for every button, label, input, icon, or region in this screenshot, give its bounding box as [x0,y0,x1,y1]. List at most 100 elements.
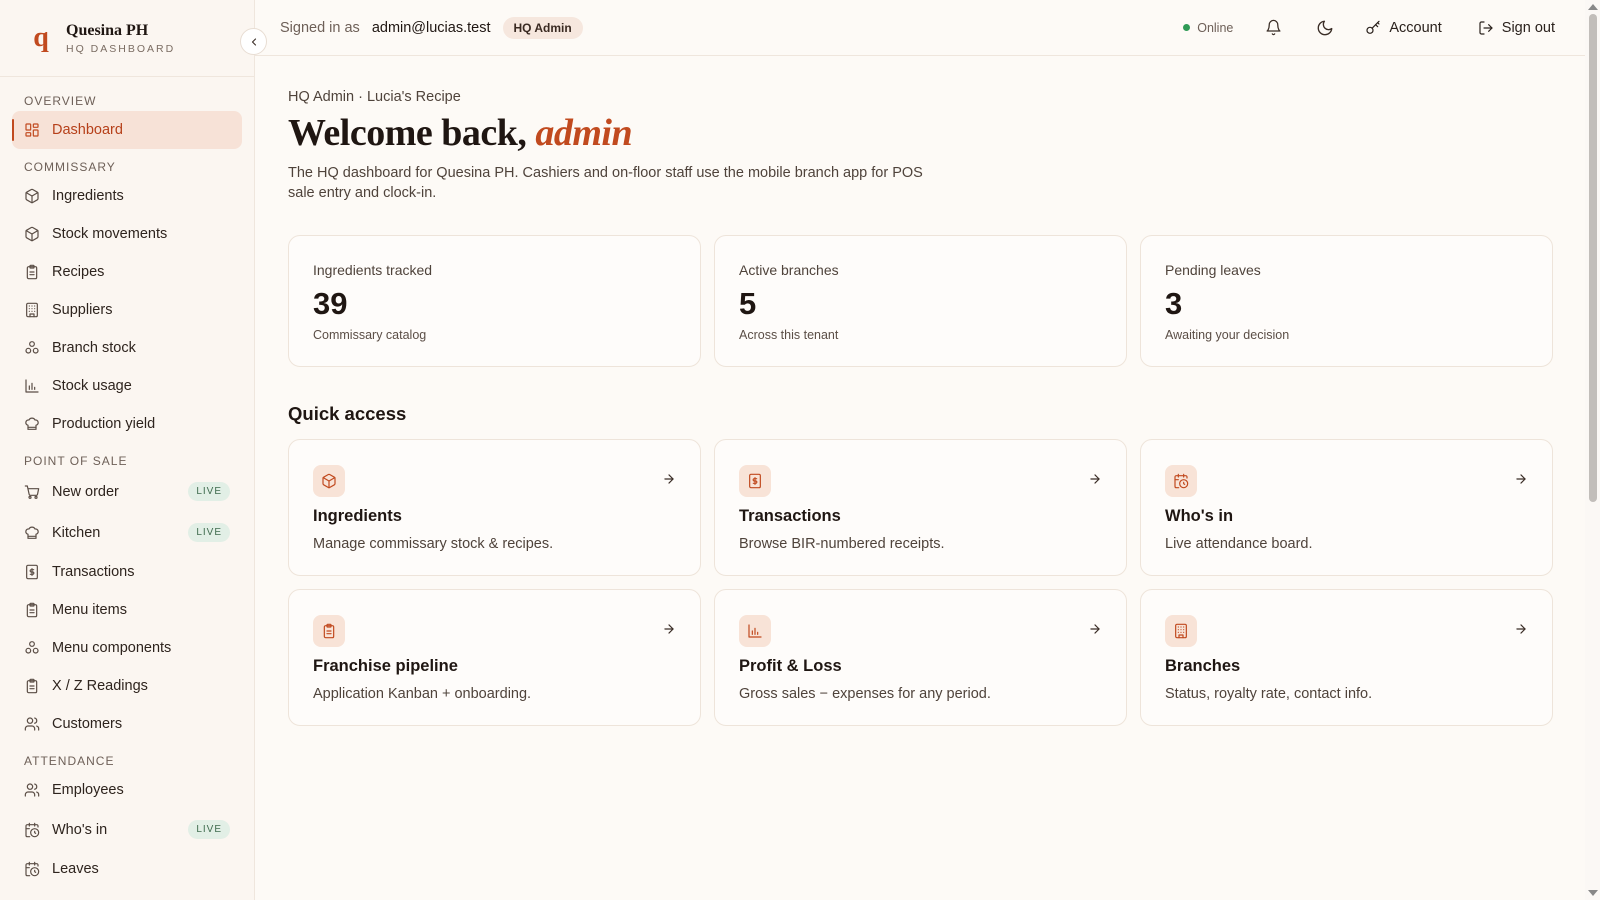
status-dot [1183,24,1191,31]
quick-access-card-franchise-pipeline[interactable]: Franchise pipeline Application Kanban + o… [288,589,701,726]
stat-label: Ingredients tracked [313,262,433,278]
live-badge: LIVE [188,482,230,501]
sidebar-item-stock-usage[interactable]: Stock usage [12,367,242,405]
quick-access-title: Franchise pipeline [313,657,458,675]
sidebar-item-label: Who's in [52,821,108,838]
sidebar-item-kitchen[interactable]: Kitchen LIVE [12,512,242,553]
sidebar-item-employees[interactable]: Employees [12,771,242,809]
sidebar-item-recipes[interactable]: Recipes [12,253,242,291]
users-icon [24,783,40,797]
sidebar-item-label: Branch stock [52,340,136,356]
sidebar-item-dashboard[interactable]: Dashboard [12,111,242,149]
sidebar-item-menu-components[interactable]: Menu components [12,629,242,667]
quick-access-card-profit-loss[interactable]: Profit & Loss Gross sales − expenses for … [714,589,1127,726]
quick-access-title: Ingredients [313,507,402,525]
quick-access-description: Manage commissary stock & recipes. [313,536,554,552]
quick-access-grid: Ingredients Manage commissary stock & rec… [288,439,1553,726]
building-icon [1175,623,1187,639]
sidebar-item-transactions[interactable]: Transactions [12,553,242,591]
brand-name: Quesina PH [66,21,149,39]
quick-access-card-ingredients[interactable]: Ingredients Manage commissary stock & rec… [288,439,701,576]
quick-access-card-transactions[interactable]: Transactions Browse BIR-numbered receipts… [714,439,1127,576]
sidebar-item-branch-stock[interactable]: Branch stock [12,329,242,367]
page-title: Welcome back, admin [288,111,1553,155]
sidebar-item-label: Leaves [52,861,99,877]
receipt-icon [26,564,38,580]
sidebar-item-label: Customers [52,716,123,732]
sidebar-item-customers[interactable]: Customers [12,705,242,743]
scroll-thumb[interactable] [1589,14,1597,502]
box-icon [25,188,39,204]
signed-in-label: Signed in as [280,19,360,36]
notifications-button[interactable] [1261,16,1285,40]
stats-row: Ingredients tracked 39 Commissary catalo… [288,235,1553,367]
sidebar-item-label: X / Z Readings [52,678,148,694]
quick-access-description: Live attendance board. [1165,536,1313,552]
quick-access-title: Who's in [1165,507,1234,525]
stat-value: 3 [1165,286,1183,321]
topbar: Signed in as admin@lucias.test HQ Admin … [255,0,1585,56]
quick-access-title: Profit & Loss [739,657,842,675]
bar-chart-icon [748,624,762,638]
box-icon [322,473,336,489]
quick-access-description: Browse BIR-numbered receipts. [739,536,945,552]
calendar-clock-icon [25,822,40,837]
stat-card: Pending leaves 3 Awaiting your decision [1140,235,1553,367]
quick-access-icon [739,615,771,647]
sidebar-item-label: Stock movements [52,226,168,242]
building-icon [26,302,38,318]
quick-access-card-who-s-in[interactable]: Who's in Live attendance board. [1140,439,1553,576]
sidebar-item-label: Ingredients [52,188,124,204]
moon-icon [1317,20,1333,35]
connection-status: Online [1183,21,1233,35]
nav-section-point-of-sale: POINT OF SALE [24,454,128,468]
scroll-down-arrow[interactable] [1588,890,1598,896]
sign-out-button[interactable]: Sign out [1478,20,1555,36]
sidebar-item-production-yield[interactable]: Production yield [12,405,242,443]
sidebar-item-x-z-readings[interactable]: X / Z Readings [12,667,242,705]
sidebar-item-who-s-in[interactable]: Who's in LIVE [12,809,242,850]
brand-logo: q [33,22,49,53]
theme-toggle-button[interactable] [1313,16,1337,40]
sign-out-icon [1479,20,1493,35]
page-scrollbar[interactable] [1585,0,1600,900]
sidebar-item-label: Suppliers [52,302,113,318]
sidebar-item-suppliers[interactable]: Suppliers [12,291,242,329]
chef-hat-icon [25,526,39,539]
user-email: admin@lucias.test [371,19,491,36]
chevron-left-icon [251,37,256,46]
chef-hat-icon [25,417,39,430]
box-icon [25,226,39,242]
clipboard-icon [26,602,38,618]
sidebar-item-label: Transactions [52,564,135,580]
branch-icon [25,341,39,354]
clipboard-icon [26,678,38,694]
sidebar-nav: OVERVIEW Dashboard COMMISSARY Ingredients St… [0,77,254,888]
sidebar-item-label: Menu components [52,640,172,656]
sidebar-item-label: Production yield [52,416,156,432]
sidebar-item-leaves[interactable]: Leaves [12,850,242,888]
arrow-right-icon [1514,622,1528,636]
brand: q Quesina PH HQ DASHBOARD [0,0,267,77]
stat-value: 5 [739,286,757,321]
stat-sub: Across this tenant [739,328,839,342]
live-badge: LIVE [188,820,230,839]
quick-access-icon [313,615,345,647]
account-button[interactable]: Account [1365,20,1442,36]
scroll-up-arrow[interactable] [1588,4,1598,10]
bar-chart-icon [25,379,39,393]
calendar-clock-icon [1174,473,1189,489]
quick-access-icon [1165,465,1197,497]
intro-text: The HQ dashboard for Quesina PH. Cashier… [288,165,923,201]
key-icon [1366,20,1380,34]
cart-icon [24,484,40,499]
quick-access-card-branches[interactable]: Branches Status, royalty rate, contact in… [1140,589,1553,726]
sidebar-item-stock-movements[interactable]: Stock movements [12,215,242,253]
sidebar-item-ingredients[interactable]: Ingredients [12,177,242,215]
sidebar-item-menu-items[interactable]: Menu items [12,591,242,629]
dashboard-icon [25,123,39,137]
sidebar-item-new-order[interactable]: New order LIVE [12,471,242,512]
nav-section-overview: OVERVIEW [24,94,97,108]
stat-card: Ingredients tracked 39 Commissary catalo… [288,235,701,367]
collapse-sidebar-button[interactable] [240,28,267,55]
